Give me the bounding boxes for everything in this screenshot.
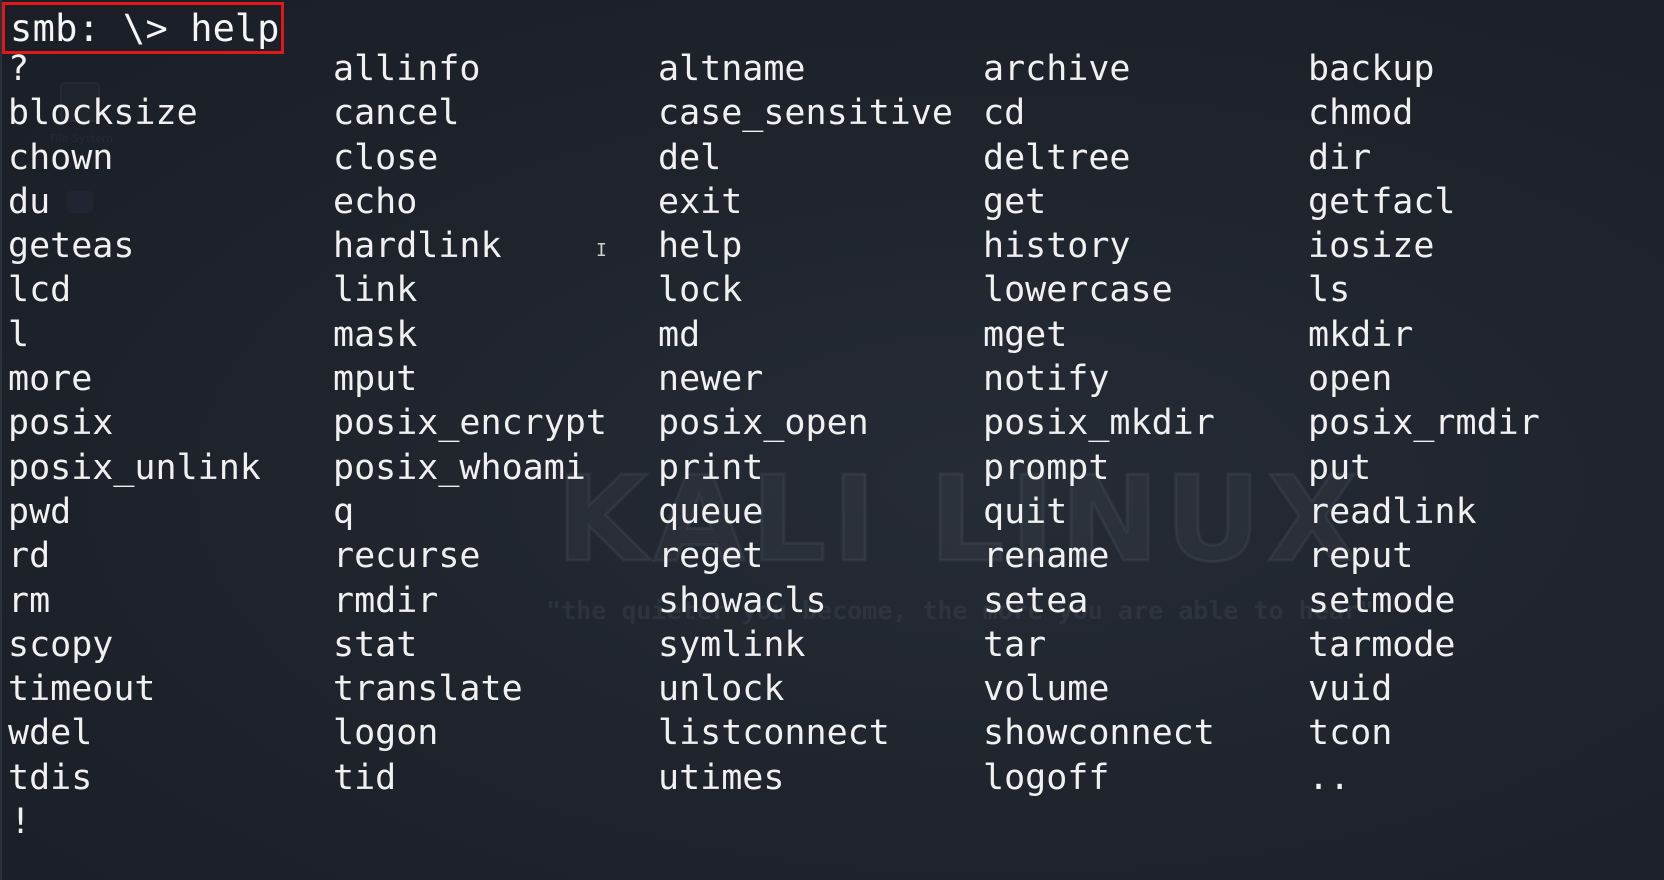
- command-entry: tar: [983, 624, 1047, 665]
- command-entry: put: [1308, 447, 1372, 488]
- command-entry: mkdir: [1308, 314, 1414, 355]
- command-entry: logoff: [983, 757, 1110, 798]
- command-entry: archive: [983, 49, 1131, 89]
- command-entry: getfacl: [1308, 181, 1456, 222]
- command-entry: readlink: [1308, 491, 1477, 532]
- command-entry: allinfo: [333, 49, 481, 89]
- command-entry: lock: [658, 270, 743, 311]
- command-entry: tarmode: [1308, 624, 1456, 665]
- command-entry: translate: [333, 669, 523, 710]
- command-entry: newer: [658, 359, 764, 400]
- command-entry: deltree: [983, 137, 1131, 178]
- command-entry: ls: [1308, 270, 1351, 311]
- command-entry: showconnect: [983, 713, 1215, 754]
- command-entry: blocksize: [8, 93, 198, 134]
- command-entry: scopy: [8, 624, 114, 665]
- command-entry: prompt: [983, 447, 1110, 488]
- command-entry: recurse: [333, 536, 481, 577]
- command-entry: mput: [333, 359, 418, 400]
- smb-prompt: smb: \>: [10, 6, 169, 50]
- command-entry: cancel: [333, 93, 460, 134]
- command-entry: case_sensitive: [658, 93, 954, 134]
- command-entry: listconnect: [658, 713, 890, 754]
- command-entry: rd: [8, 536, 51, 577]
- command-entry: q: [333, 491, 355, 532]
- command-entry: wdel: [8, 713, 93, 754]
- command-entry: hardlink: [333, 226, 502, 267]
- command-entry: posix_whoami: [333, 447, 586, 488]
- command-entry: md: [658, 314, 701, 355]
- command-entry: ?: [8, 49, 30, 89]
- command-entry: l: [8, 314, 30, 355]
- command-entry: tcon: [1308, 713, 1393, 754]
- command-entry: history: [983, 226, 1131, 267]
- command-entry: reget: [658, 536, 764, 577]
- command-entry: rm: [8, 580, 51, 621]
- command-entry: rename: [983, 536, 1110, 577]
- command-entry: posix_mkdir: [983, 403, 1215, 444]
- command-entry: notify: [983, 359, 1110, 400]
- command-entry: get: [983, 181, 1047, 222]
- command-entry: posix_encrypt: [333, 403, 607, 444]
- command-entry: vuid: [1308, 669, 1393, 710]
- command-entry: lcd: [8, 270, 72, 311]
- command-entry: more: [8, 359, 93, 400]
- command-entry: unlock: [658, 669, 785, 710]
- command-entry: altname: [658, 49, 806, 89]
- command-entry: logon: [333, 713, 439, 754]
- command-entry: pwd: [8, 491, 72, 532]
- command-entry: mget: [983, 314, 1068, 355]
- command-entry: setea: [983, 580, 1089, 621]
- command-entry: tid: [333, 757, 397, 798]
- command-entry: link: [333, 270, 418, 311]
- command-entry: echo: [333, 181, 418, 222]
- command-entry: quit: [983, 491, 1068, 532]
- command-entry: symlink: [658, 624, 806, 665]
- command-entry: help: [658, 226, 743, 267]
- command-entry: posix: [8, 403, 114, 444]
- command-entry: open: [1308, 359, 1393, 400]
- command-entry: print: [658, 447, 764, 488]
- command-entry: rmdir: [333, 580, 439, 621]
- trailing-output: !: [10, 802, 32, 842]
- command-entry: mask: [333, 314, 418, 355]
- command-entry: queue: [658, 491, 764, 532]
- command-entry: del: [658, 137, 722, 178]
- window-edge: [0, 0, 2, 880]
- command-entry: du: [8, 181, 51, 222]
- command-entry: exit: [658, 181, 743, 222]
- command-entry: backup: [1308, 49, 1435, 89]
- command-entry: tdis: [8, 757, 93, 798]
- command-entry: setmode: [1308, 580, 1456, 621]
- command-entry: iosize: [1308, 226, 1435, 267]
- command-entry: reput: [1308, 536, 1414, 577]
- command-entry: chmod: [1308, 93, 1414, 134]
- command-entry: lowercase: [983, 270, 1173, 311]
- command-entry: showacls: [658, 580, 827, 621]
- command-entry: utimes: [658, 757, 785, 798]
- help-command-list: ? allinfo altname archive backup blocksize can…: [8, 47, 1658, 800]
- terminal-window[interactable]: File System KALI LINUX "the quieter you …: [0, 0, 1664, 880]
- command-entry: geteas: [8, 226, 135, 267]
- command-entry: posix_open: [658, 403, 869, 444]
- command-entry: posix_unlink: [8, 447, 261, 488]
- command-entry: stat: [333, 624, 418, 665]
- command-entry: dir: [1308, 137, 1372, 178]
- command-entry: ..: [1308, 757, 1351, 798]
- command-entry: chown: [8, 137, 114, 178]
- command-entry: volume: [983, 669, 1110, 710]
- command-entry: close: [333, 137, 439, 178]
- command-entry: cd: [983, 93, 1026, 134]
- command-entry: posix_rmdir: [1308, 403, 1540, 444]
- typed-command: help: [168, 6, 280, 50]
- command-entry: timeout: [8, 669, 156, 710]
